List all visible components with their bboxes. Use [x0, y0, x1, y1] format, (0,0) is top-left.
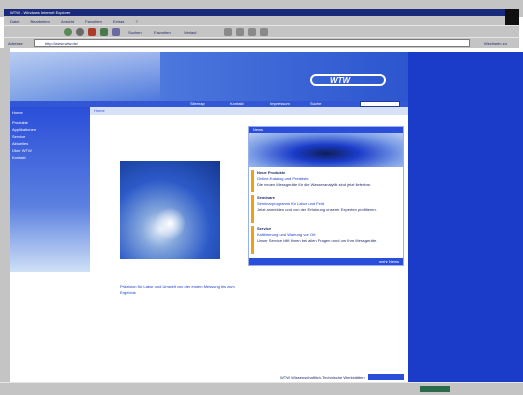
window-title: WTW - Windows Internet Explorer [10, 10, 71, 15]
menu-tools[interactable]: Extras [113, 19, 124, 24]
favorites-button[interactable]: Favoriten [154, 30, 171, 35]
home-button[interactable] [112, 28, 120, 36]
menu-help[interactable]: ? [135, 19, 137, 24]
left-nav: Home Produkte Applikationen Service Aktu… [10, 107, 90, 272]
site-header: WTW [10, 52, 408, 101]
viewport-right-area [408, 52, 523, 382]
footer-logo-icon [368, 374, 404, 380]
hero-splash [155, 206, 185, 241]
status-zone-icon [420, 386, 450, 392]
address-field[interactable]: http://www.wtw.de/ [34, 39, 470, 47]
hero-image [120, 161, 220, 259]
news-item-bullet [251, 195, 254, 223]
news-item-text: Unser Service hilft Ihnen bei allen Frag… [257, 238, 378, 243]
edit-button[interactable] [248, 28, 256, 36]
breadcrumb: Home [90, 107, 408, 115]
toolbar: Suchen Favoriten Verlauf [4, 25, 519, 37]
news-item-text: Die neuen Messgeräte für die Wasseranaly… [257, 182, 371, 187]
top-link-contact[interactable]: Kontakt [230, 101, 244, 106]
refresh-button[interactable] [100, 28, 108, 36]
nav-item-applications[interactable]: Applikationen [12, 127, 36, 132]
menu-edit[interactable]: Bearbeiten [30, 19, 49, 24]
address-label: Adresse [8, 41, 23, 46]
back-button[interactable] [64, 28, 72, 36]
news-item-bullet [251, 170, 254, 192]
news-item-link[interactable]: Kalibrierung und Wartung vor Ort [257, 232, 316, 237]
news-item-title: Seminare [257, 195, 276, 200]
wtw-logo[interactable]: WTW [310, 74, 386, 86]
news-item-title: Service [257, 226, 272, 231]
address-bar: Adresse http://www.wtw.de/ Wechseln zu [4, 37, 519, 48]
top-link-search[interactable]: Suche [310, 101, 321, 106]
stop-button[interactable] [88, 28, 96, 36]
tagline[interactable]: Präzision für Labor und Umwelt von der e… [120, 284, 250, 296]
search-button[interactable]: Suchen [128, 30, 142, 35]
nav-item-service[interactable]: Service [12, 134, 25, 139]
print-button[interactable] [236, 28, 244, 36]
status-bar [0, 382, 523, 395]
tagline-text: Präzision für Labor und Umwelt von der e… [120, 284, 235, 295]
breadcrumb-home[interactable]: Home [94, 108, 105, 113]
forward-button[interactable] [76, 28, 84, 36]
news-item-title: Neue Produkte [257, 170, 286, 175]
top-link-sitemap[interactable]: Sitemap [190, 101, 205, 106]
news-panel: News Neue Produkte Online-Katalog und Pr… [248, 126, 404, 266]
news-item-link[interactable]: Online-Katalog und Preisliste [257, 176, 309, 181]
nav-item-news[interactable]: Aktuelles [12, 141, 28, 146]
nav-item-products[interactable]: Produkte [12, 120, 28, 125]
news-header-label: News [253, 127, 264, 132]
window-title-bar: WTW - Windows Internet Explorer [4, 9, 519, 16]
news-item-link[interactable]: Seminarprogramm für Labor und Feld [257, 201, 324, 206]
news-more-link[interactable]: mehr News [379, 259, 399, 264]
news-header-image [249, 133, 403, 167]
mail-button[interactable] [224, 28, 232, 36]
news-more-bar: mehr News [249, 258, 403, 265]
address-value: http://www.wtw.de/ [45, 41, 78, 46]
header-glow [10, 52, 160, 101]
nav-item-contact[interactable]: Kontakt [12, 155, 26, 160]
menu-favorites[interactable]: Favoriten [85, 19, 102, 24]
news-item-bullet [251, 226, 254, 254]
top-link-imprint[interactable]: Impressum [270, 101, 290, 106]
nav-item-home[interactable]: Home [12, 110, 23, 115]
window-frame-left [0, 48, 10, 395]
discuss-button[interactable] [260, 28, 268, 36]
footer: WTW Wissenschaftlich-Technische Werkstät… [90, 372, 408, 382]
nav-item-about[interactable]: Über WTW [12, 148, 32, 153]
menu-bar: Datei Bearbeiten Ansicht Favoriten Extra… [4, 9, 519, 27]
footer-text: WTW Wissenschaftlich-Technische Werkstät… [280, 375, 365, 380]
history-button[interactable]: Verlauf [184, 30, 196, 35]
menu-file[interactable]: Datei [10, 19, 19, 24]
news-item-text: Jetzt anmelden und von der Erfahrung uns… [257, 207, 377, 212]
menu-view[interactable]: Ansicht [61, 19, 74, 24]
wtw-logo-text: WTW [330, 76, 350, 85]
go-button[interactable]: Wechseln zu [484, 41, 507, 46]
